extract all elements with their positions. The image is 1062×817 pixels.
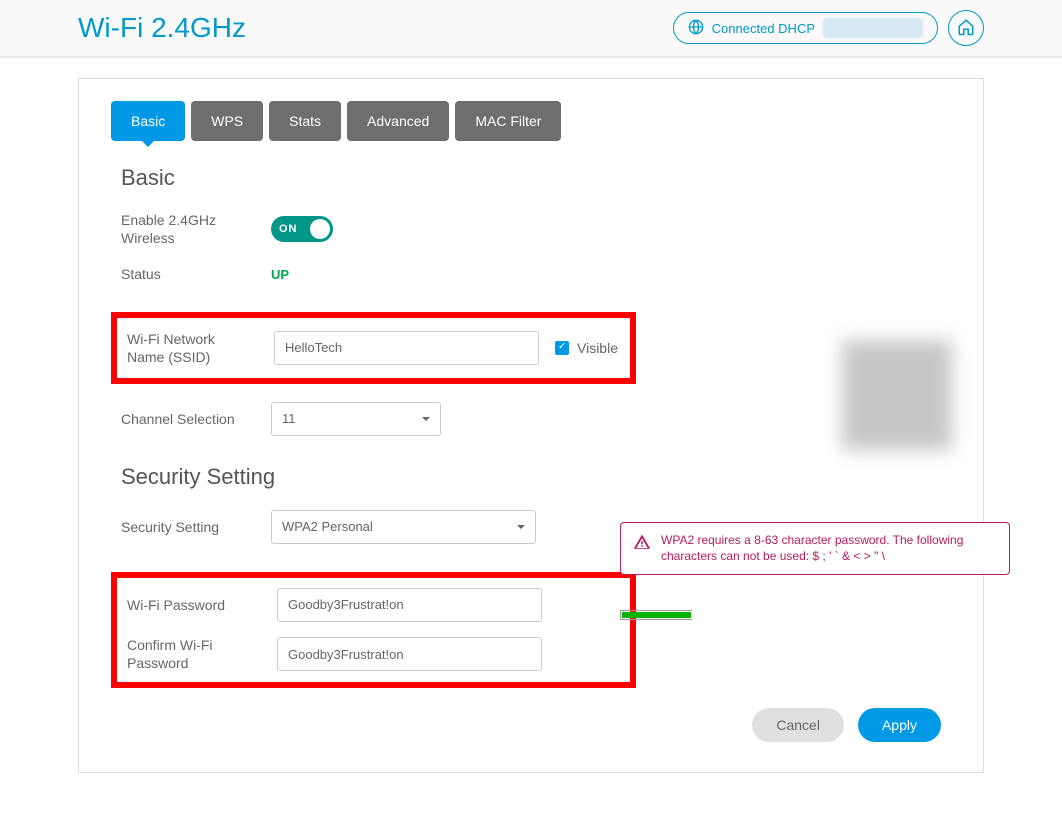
status-label: Status (121, 265, 251, 283)
security-setting-select[interactable]: WPA2 Personal (271, 510, 536, 544)
enable-wireless-label: Enable 2.4GHz Wireless (121, 211, 251, 247)
tabs: Basic WPS Stats Advanced MAC Filter (111, 101, 951, 141)
tab-stats[interactable]: Stats (269, 101, 341, 141)
tab-mac-filter[interactable]: MAC Filter (455, 101, 561, 141)
ssid-highlight: Wi-Fi Network Name (SSID) Visible (111, 312, 636, 384)
basic-section-title: Basic (121, 165, 941, 191)
channel-select[interactable]: 11 (271, 402, 441, 436)
channel-value: 11 (282, 411, 296, 426)
chevron-down-icon (517, 525, 525, 529)
password-strength-meter (620, 610, 692, 620)
ssid-input[interactable] (274, 331, 539, 365)
tab-wps[interactable]: WPS (191, 101, 263, 141)
password-input[interactable] (277, 588, 542, 622)
tab-basic[interactable]: Basic (111, 101, 185, 141)
toggle-knob (310, 219, 330, 239)
security-section-title: Security Setting (121, 464, 941, 490)
visible-label: Visible (577, 340, 618, 356)
security-setting-label: Security Setting (121, 518, 251, 536)
home-button[interactable] (948, 10, 984, 46)
password-label: Wi-Fi Password (127, 596, 257, 614)
topbar: Wi-Fi 2.4GHz Connected DHCP (0, 0, 1062, 58)
password-requirements-text: WPA2 requires a 8-63 character password.… (661, 533, 997, 564)
confirm-password-input[interactable] (277, 637, 542, 671)
home-icon (957, 18, 975, 39)
toggle-on-text: ON (279, 223, 298, 235)
password-highlight: Wi-Fi Password Confirm Wi-Fi Password (111, 572, 636, 688)
chevron-down-icon (422, 417, 430, 421)
status-value: UP (271, 267, 289, 282)
visible-checkbox[interactable] (555, 341, 569, 355)
ip-address-redacted (823, 18, 923, 38)
warning-icon (633, 533, 651, 554)
password-requirements-info: WPA2 requires a 8-63 character password.… (620, 522, 1010, 575)
channel-label: Channel Selection (121, 410, 251, 428)
ssid-label: Wi-Fi Network Name (SSID) (127, 330, 254, 366)
cancel-button[interactable]: Cancel (752, 708, 844, 742)
security-setting-value: WPA2 Personal (282, 519, 373, 534)
connection-status-text: Connected DHCP (712, 21, 815, 36)
strength-fill (622, 612, 691, 618)
apply-button[interactable]: Apply (858, 708, 941, 742)
qr-code-image (842, 340, 952, 450)
connection-status-pill[interactable]: Connected DHCP (673, 12, 938, 44)
tab-advanced[interactable]: Advanced (347, 101, 449, 141)
enable-wireless-toggle[interactable]: ON (271, 216, 333, 242)
confirm-password-label: Confirm Wi-Fi Password (127, 636, 257, 672)
page-title: Wi-Fi 2.4GHz (78, 12, 246, 44)
globe-icon (688, 19, 704, 38)
